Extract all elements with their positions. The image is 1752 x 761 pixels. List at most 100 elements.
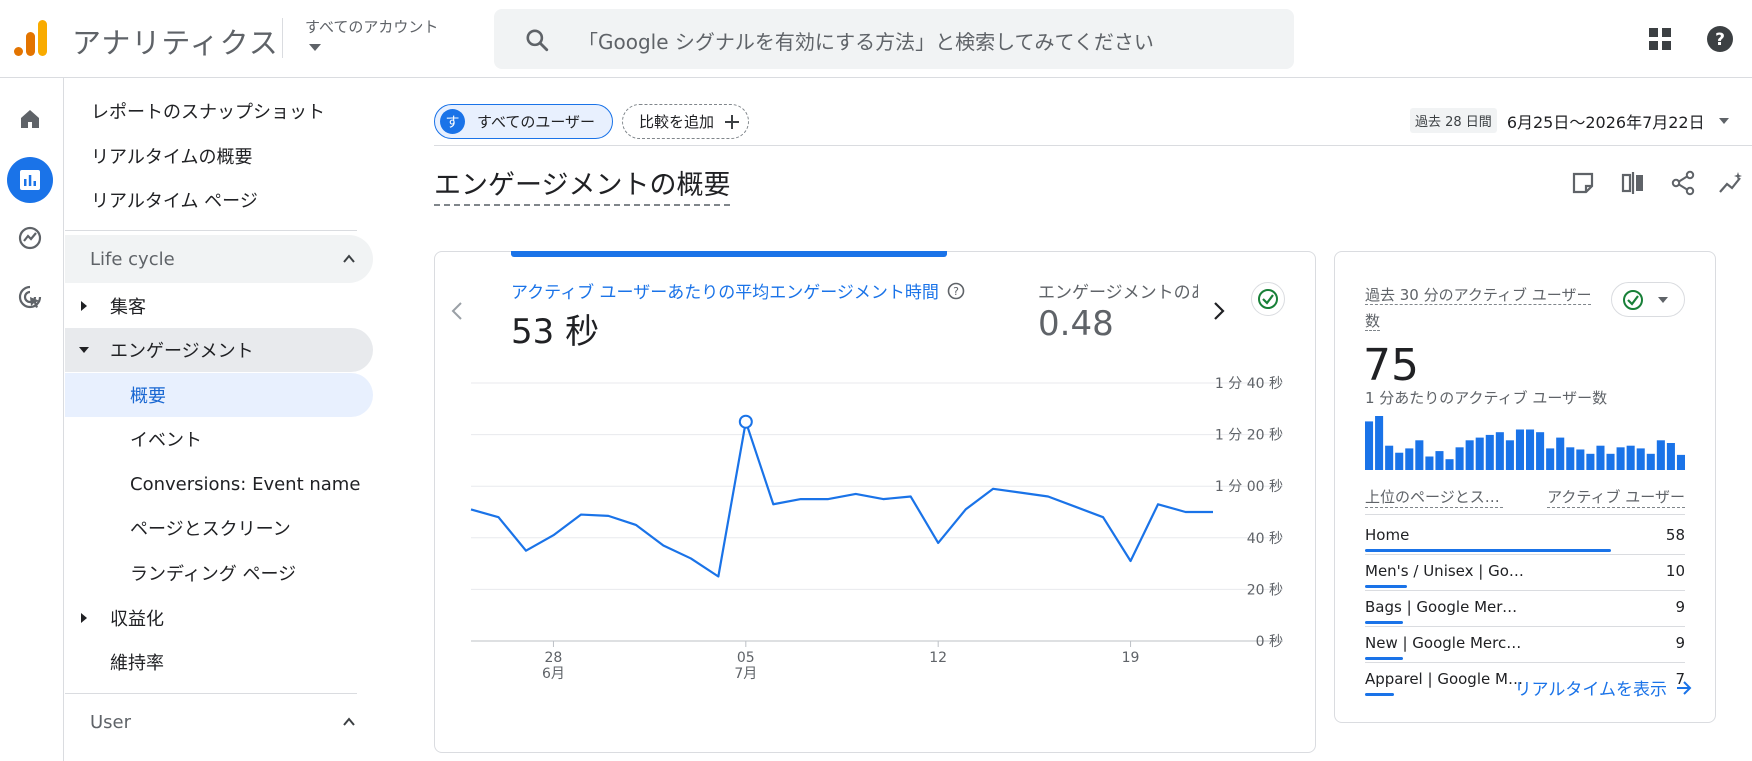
segment-chip-all-users[interactable]: す すべてのユーザー [434,104,613,139]
add-comparison-label: 比較を追加 [639,113,715,131]
segment-chip-label: すべてのユーザー [477,113,596,131]
realtime-minute-bar [1546,448,1555,470]
page-title[interactable]: エンゲージメントの概要 [434,163,731,206]
realtime-minute-bar [1676,454,1685,470]
realtime-minute-bar [1415,440,1424,470]
realtime-page-row[interactable]: Home 58 [1365,519,1685,555]
nav-landing-page[interactable]: ランディング ページ [65,551,373,595]
search-bar[interactable]: 「Google シグナルを有効にする方法」と検索してみてください [494,9,1294,69]
apps-grid-icon[interactable] [1648,27,1672,51]
realtime-page-share-bar [1365,657,1404,660]
nav-acquisition[interactable]: 集客 [65,284,373,328]
help-icon[interactable]: ? [1706,25,1734,53]
nav-engagement-label: エンゲージメント [110,341,254,362]
date-range-selector[interactable]: 過去 28 日間 6月25日～2026年7月22日 [1410,108,1729,133]
x-tick-sublabel: 7月 [734,666,757,682]
reports-nav-button[interactable] [7,157,53,203]
engagement-chart-card: アクティブ ユーザーあたりの平均エンゲージメント時間 ? 53 秒 エンゲージメ… [434,251,1316,753]
realtime-per-minute-label: 1 分あたりのアクティブ ユーザー数 [1365,389,1608,407]
share-icon[interactable] [1670,170,1696,196]
search-placeholder[interactable]: 「Google シグナルを有効にする方法」と検索してみてください [578,26,1154,55]
edit-note-icon[interactable] [1570,170,1596,196]
realtime-minute-bar [1455,447,1464,470]
nav-monetization[interactable]: 収益化 [65,596,373,640]
realtime-minute-bar [1445,459,1454,470]
realtime-page-row[interactable]: Bags | Google Merchandise Store 9 [1365,591,1685,627]
realtime-minute-bar [1646,453,1655,470]
nav-section-user[interactable]: User [65,698,373,746]
nav-divider [65,230,357,231]
side-nav: レポートのスナップショット リアルタイムの概要 リアルタイム ページ Life … [65,78,383,761]
realtime-page-count: 58 [1665,526,1685,544]
view-realtime-link[interactable]: リアルタイムを表示 [1515,675,1694,700]
nav-reports-snapshot[interactable]: レポートのスナップショット [65,89,373,133]
realtime-minute-bar [1536,432,1545,470]
realtime-page-share-bar [1365,693,1394,696]
insights-icon[interactable] [1718,170,1744,196]
realtime-page-count: 10 [1665,562,1685,580]
account-caret-icon[interactable] [309,44,321,51]
y-tick-label: 40 秒 [1247,531,1283,547]
peak-point [738,414,753,429]
nav-engagement[interactable]: エンゲージメント [65,328,373,372]
plus-icon [725,114,740,129]
nav-events[interactable]: イベント [65,417,373,461]
realtime-page-share-bar [1365,621,1404,624]
search-icon [526,29,549,52]
arrow-right-icon [1677,680,1692,695]
realtime-check-dropdown[interactable] [1611,282,1685,317]
account-selector-label[interactable]: すべてのアカウント [305,16,438,37]
y-tick-label: 1 分 40 秒 [1215,376,1283,392]
chevron-down-icon [1718,117,1729,124]
realtime-minute-bar [1556,437,1565,470]
advertising-nav-button[interactable] [7,274,53,320]
expand-right-icon [81,613,87,623]
realtime-col-active-users[interactable]: アクティブ ユーザー [1547,486,1685,508]
date-range-text: 6月25日～2026年7月22日 [1506,112,1705,132]
realtime-minute-bar [1566,447,1575,470]
realtime-minute-bar [1666,443,1675,470]
compare-columns-icon[interactable] [1620,170,1646,196]
realtime-minute-bar [1485,434,1494,470]
realtime-minute-bar [1656,440,1665,470]
nav-section-lifecycle[interactable]: Life cycle [65,235,373,283]
realtime-minute-bar [1475,437,1484,470]
realtime-page-name: Apparel | Google Merchandise Store [1365,670,1525,688]
top-bar: アナリティクス すべてのアカウント 「Google シグナルを有効にする方法」と… [0,0,1752,78]
realtime-minute-bar [1616,447,1625,470]
row-divider [1365,514,1685,515]
x-tick-label: 28 [545,650,563,666]
realtime-active-users-label[interactable]: 過去 30 分のアクティブ ユーザー数 [1365,282,1603,334]
realtime-page-row[interactable]: Men's / Unisex | Google Merchandise Stor… [1365,555,1685,591]
x-tick-sublabel: 6月 [542,666,565,682]
realtime-page-name: Men's / Unisex | Google Merchandise Stor… [1365,562,1525,580]
realtime-col-pages[interactable]: 上位のページとスクリーン [1365,486,1503,508]
nav-engagement-overview[interactable]: 概要 [65,373,373,417]
analytics-logo[interactable] [14,20,48,56]
realtime-page-row[interactable]: New | Google Merchandise Store 9 [1365,627,1685,663]
view-realtime-link-label: リアルタイムを表示 [1514,680,1668,700]
realtime-minute-bar [1596,445,1605,470]
nav-conversions[interactable]: Conversions: Event name [65,462,373,506]
engagement-line-chart[interactable]: 1 分 40 秒 1 分 20 秒 1 分 00 秒 40 秒 20 秒 0 秒 286月 0… [435,252,1315,752]
realtime-minute-bar [1515,429,1524,470]
add-comparison-button[interactable]: 比較を追加 [622,104,749,139]
app-title: アナリティクス [72,26,279,60]
realtime-minute-bar [1385,445,1394,470]
home-nav-button[interactable] [7,96,53,142]
realtime-active-users-value: 75 [1363,340,1419,391]
series-line [470,420,1213,578]
explore-nav-button[interactable] [7,215,53,261]
nav-monetization-label: 収益化 [110,609,164,630]
nav-realtime-overview[interactable]: リアルタイムの概要 [65,134,373,178]
nav-divider [65,693,357,694]
realtime-minute-bar [1405,448,1414,470]
nav-realtime-pages[interactable]: リアルタイム ページ [65,178,373,222]
segment-avatar: す [440,109,465,134]
realtime-minute-bar [1505,440,1514,470]
nav-pages-screens[interactable]: ページとスクリーン [65,506,373,550]
realtime-per-minute-bars[interactable] [1365,416,1685,470]
realtime-minute-bar [1375,416,1384,470]
nav-retention[interactable]: 維持率 [65,640,373,684]
realtime-minute-bar [1465,440,1474,470]
